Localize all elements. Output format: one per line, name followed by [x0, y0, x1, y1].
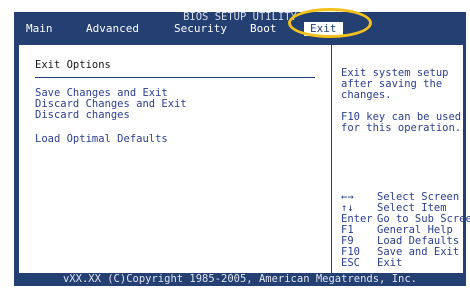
content-panel: Exit Options Save Changes and Exit Disca… — [18, 44, 470, 274]
tab-bar: Main Advanced Security Boot Exit — [14, 22, 466, 36]
bios-window: BIOS SETUP UTILITY Main Advanced Securit… — [14, 8, 470, 286]
tab-boot[interactable]: Boot — [250, 22, 277, 36]
section-title: Exit Options — [35, 59, 111, 71]
key-desc: Exit — [377, 257, 403, 269]
tab-advanced[interactable]: Advanced — [86, 22, 139, 36]
help-line: for this operation. — [341, 122, 462, 134]
menu-item-load-defaults[interactable]: Load Optimal Defaults — [35, 133, 168, 145]
key-esc: ESC — [341, 257, 360, 269]
copyright-footer: vXX.XX (C)Copyright 1985-2005, American … — [62, 273, 417, 285]
tab-main[interactable]: Main — [26, 22, 53, 36]
section-divider — [35, 77, 315, 78]
menu-item-discard[interactable]: Discard changes — [35, 109, 130, 121]
help-line: changes. — [341, 89, 392, 101]
tab-security[interactable]: Security — [174, 22, 227, 36]
tab-exit[interactable]: Exit — [304, 22, 343, 36]
column-divider — [331, 45, 332, 273]
